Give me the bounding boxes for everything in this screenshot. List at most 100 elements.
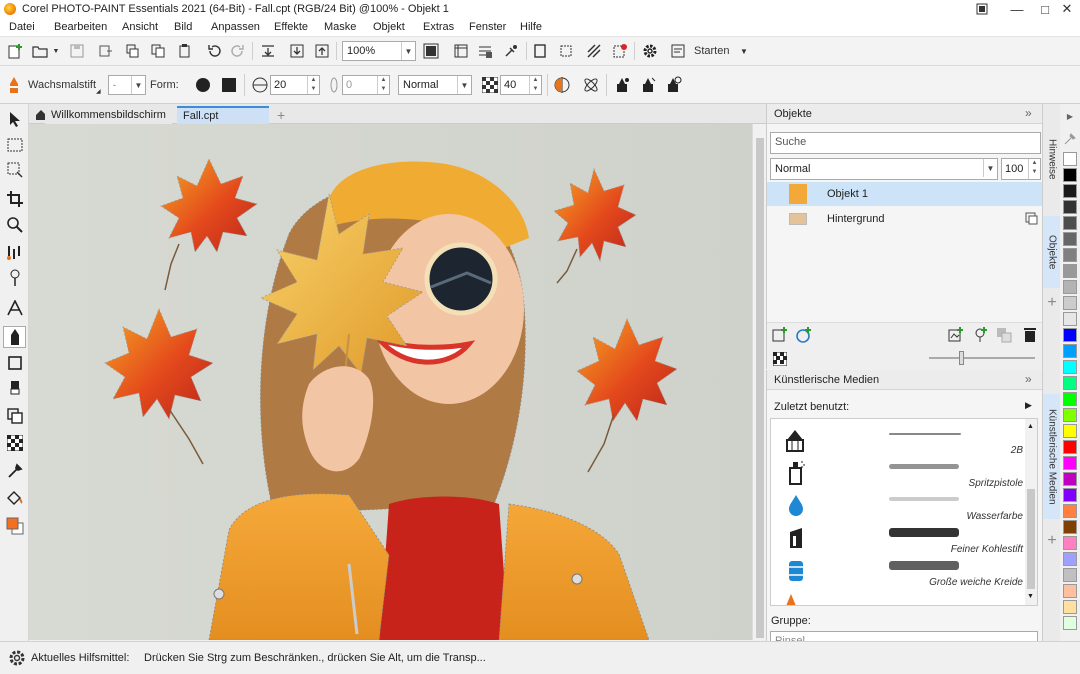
menu-anpassen[interactable]: Anpassen bbox=[211, 21, 260, 33]
show-object-marquee-icon[interactable] bbox=[530, 41, 550, 61]
copy-icon[interactable] bbox=[148, 41, 168, 61]
color-swatch[interactable] bbox=[1063, 600, 1077, 614]
object-from-mask-icon[interactable] bbox=[947, 326, 965, 344]
color-swatch[interactable] bbox=[1063, 424, 1077, 438]
color-swatch[interactable] bbox=[1063, 280, 1077, 294]
panel-expand-icon[interactable]: » bbox=[1025, 372, 1032, 386]
layer-row-objekt-1[interactable]: Objekt 1 bbox=[767, 182, 1042, 206]
eraser-tool-icon[interactable] bbox=[3, 377, 26, 399]
zoom-level-combo[interactable]: 100% ▼ bbox=[342, 41, 416, 61]
full-screen-icon[interactable] bbox=[421, 41, 441, 61]
rulers-icon[interactable] bbox=[451, 41, 471, 61]
menu-extras[interactable]: Extras bbox=[423, 21, 454, 33]
layer-row-hintergrund[interactable]: Hintergrund bbox=[767, 207, 1042, 231]
combine-objects-icon[interactable] bbox=[971, 326, 989, 344]
color-swatch[interactable] bbox=[1063, 296, 1077, 310]
paint-tool-icon[interactable] bbox=[3, 326, 26, 348]
new-lens-icon[interactable] bbox=[795, 326, 813, 344]
scrollbar-thumb[interactable] bbox=[1027, 489, 1035, 589]
color-swatch[interactable] bbox=[1063, 344, 1077, 358]
mask-overlay-icon[interactable] bbox=[584, 41, 604, 61]
menu-maske[interactable]: Maske bbox=[324, 21, 356, 33]
color-swatch[interactable] bbox=[1063, 520, 1077, 534]
pick-tool-icon[interactable] bbox=[3, 108, 26, 130]
merge-mode-combo[interactable]: Normal ▼ bbox=[398, 75, 472, 95]
color-swatch[interactable] bbox=[1063, 488, 1077, 502]
menu-effekte[interactable]: Effekte bbox=[274, 21, 308, 33]
square-nib-icon[interactable] bbox=[220, 76, 238, 94]
crayon-icon[interactable] bbox=[5, 75, 23, 95]
color-swatch[interactable] bbox=[1063, 312, 1077, 326]
paste-icon[interactable] bbox=[175, 41, 195, 61]
crop-tool-icon[interactable] bbox=[3, 188, 26, 210]
menu-bild[interactable]: Bild bbox=[174, 21, 192, 33]
brush-item[interactable]: Große weiche Kreide bbox=[779, 557, 1037, 590]
launcher-icon[interactable] bbox=[669, 41, 687, 61]
text-tool-icon[interactable] bbox=[3, 297, 26, 319]
rectangle-mask-tool-icon[interactable] bbox=[3, 134, 26, 156]
menu-hilfe[interactable]: Hilfe bbox=[520, 21, 542, 33]
redo-icon[interactable] bbox=[228, 41, 248, 61]
remove-mask-icon[interactable] bbox=[610, 41, 630, 61]
spinner-arrows-icon[interactable]: ▲ ▼ bbox=[529, 76, 541, 94]
color-swatch[interactable] bbox=[1063, 584, 1077, 598]
color-swatch[interactable] bbox=[1063, 200, 1077, 214]
scrollbar-thumb[interactable] bbox=[756, 138, 764, 638]
open-folder-icon[interactable] bbox=[30, 41, 50, 61]
undo-icon[interactable] bbox=[204, 41, 224, 61]
save-icon[interactable] bbox=[67, 41, 87, 61]
color-swatch[interactable] bbox=[1063, 536, 1077, 550]
brush-preset-combo[interactable]: - ▼ bbox=[108, 75, 146, 95]
color-swatch[interactable] bbox=[1063, 552, 1077, 566]
chevron-down-icon[interactable]: ▼ bbox=[51, 41, 61, 61]
object-opacity-spinner[interactable]: 100 ▲ ▼ bbox=[1001, 158, 1041, 180]
transparency-checker-icon[interactable] bbox=[771, 350, 789, 368]
color-swatch[interactable] bbox=[1063, 360, 1077, 374]
snap-icon[interactable] bbox=[501, 41, 521, 61]
round-nib-icon[interactable] bbox=[194, 76, 212, 94]
color-swatch[interactable] bbox=[1063, 328, 1077, 342]
menu-objekt[interactable]: Objekt bbox=[373, 21, 405, 33]
color-swatch[interactable] bbox=[1063, 232, 1077, 246]
mask-transform-tool-icon[interactable] bbox=[3, 159, 26, 181]
chevron-down-icon[interactable]: ▼ bbox=[457, 76, 471, 94]
eyedropper-icon[interactable] bbox=[1064, 132, 1076, 146]
import-icon[interactable] bbox=[258, 41, 278, 61]
color-swatch[interactable] bbox=[1063, 392, 1077, 406]
merge-objects-icon[interactable] bbox=[995, 326, 1013, 344]
clone-tool-icon[interactable] bbox=[3, 405, 26, 427]
add-docker-plus-icon[interactable]: + bbox=[1045, 294, 1059, 312]
grid-icon[interactable] bbox=[475, 41, 495, 61]
image-canvas[interactable] bbox=[29, 124, 752, 640]
eyedropper-tool-icon[interactable] bbox=[3, 460, 26, 482]
tab-artistic-media[interactable]: Künstlerische Medien bbox=[1043, 394, 1061, 519]
spinner-arrows-icon[interactable]: ▲ ▼ bbox=[377, 76, 389, 94]
new-document-icon[interactable] bbox=[5, 41, 25, 61]
zoom-tool-icon[interactable] bbox=[3, 214, 26, 236]
rectangle-shape-tool-icon[interactable] bbox=[3, 352, 26, 374]
chevron-right-icon[interactable]: ▶ bbox=[1025, 400, 1032, 411]
tab-hints[interactable]: Hinweise bbox=[1043, 124, 1061, 194]
brush-settings-icon[interactable] bbox=[612, 76, 632, 94]
color-swatch[interactable] bbox=[1063, 616, 1077, 630]
objects-search-input[interactable]: Suche bbox=[770, 132, 1041, 154]
gear-icon[interactable] bbox=[640, 41, 660, 61]
chevron-down-icon[interactable]: ▼ bbox=[1027, 593, 1034, 600]
color-swatch[interactable] bbox=[1063, 456, 1077, 470]
brush-orbit-icon[interactable] bbox=[663, 76, 683, 94]
color-swatch[interactable] bbox=[1063, 248, 1077, 262]
radial-symmetry-icon[interactable] bbox=[581, 76, 601, 94]
brush-dab-icon[interactable] bbox=[638, 76, 658, 94]
nib-size-spinner[interactable]: 20 ▲ ▼ bbox=[270, 75, 320, 95]
tab-objects[interactable]: Objekte bbox=[1043, 216, 1061, 288]
chevron-down-icon[interactable]: ▼ bbox=[983, 159, 997, 177]
spinner-arrows-icon[interactable]: ▲ ▼ bbox=[307, 76, 319, 94]
chevron-down-icon[interactable]: ▼ bbox=[131, 76, 145, 94]
brush-item[interactable]: Spritzpistole bbox=[779, 458, 1037, 491]
color-swatch[interactable] bbox=[1063, 504, 1077, 518]
color-swatch[interactable] bbox=[1063, 152, 1077, 166]
trash-icon[interactable] bbox=[1021, 326, 1039, 344]
tab-fall-cpt[interactable]: Fall.cpt bbox=[177, 106, 269, 124]
color-swatch[interactable] bbox=[1063, 408, 1077, 422]
color-swatch[interactable] bbox=[1063, 568, 1077, 582]
